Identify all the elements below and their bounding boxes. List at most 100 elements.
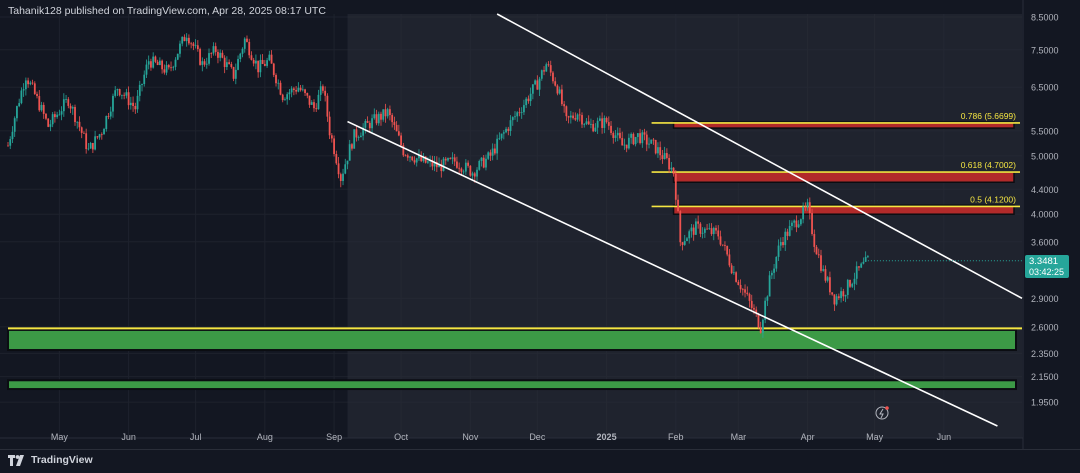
fib-label: 0.5 (4.1200) [970, 194, 1016, 204]
candle-body [228, 62, 231, 65]
candle-body [234, 69, 237, 79]
candle-body [840, 291, 842, 299]
candle-body [243, 38, 246, 49]
bar-countdown: 03:42:25 [1029, 267, 1065, 277]
candle-body [748, 294, 751, 301]
candle-body [56, 114, 59, 118]
candle-body [565, 106, 568, 117]
candle-body [357, 137, 360, 138]
candle-body [739, 284, 742, 290]
candle-body [76, 121, 79, 123]
candle-body [661, 155, 664, 159]
candle-body [784, 231, 787, 246]
candle-body [775, 256, 778, 269]
last-price-tag: 3.3481 03:42:25 [1025, 255, 1069, 278]
candle-body [536, 80, 539, 90]
candle-body [18, 103, 21, 107]
candle-body [502, 132, 505, 134]
candle-body [138, 84, 141, 96]
candle-body [167, 65, 170, 68]
candle-body [237, 58, 239, 70]
candle-body [679, 211, 682, 243]
candle-body [753, 307, 755, 310]
candle-body [377, 113, 380, 124]
candle-body [688, 231, 691, 239]
candle-body [96, 136, 99, 138]
candle-body [715, 227, 717, 231]
tradingview-brand: TradingView [31, 454, 93, 466]
candle-body [389, 109, 391, 116]
candle-body [158, 60, 161, 66]
candle-body [89, 142, 92, 149]
candle-body [531, 84, 534, 94]
last-price-value: 3.3481 [1029, 256, 1059, 267]
candle-body [605, 117, 608, 123]
candle-body [489, 152, 492, 156]
candle-body [190, 43, 193, 45]
candle-body [724, 245, 726, 246]
candle-body [301, 89, 304, 91]
candle-body [371, 118, 373, 129]
candle-body [31, 82, 34, 84]
candle-body [196, 45, 199, 50]
time-axis-tick-label: Feb [668, 432, 684, 442]
candle-body [578, 114, 581, 116]
candle-body [368, 122, 371, 129]
candle-body [268, 54, 271, 61]
candle-body [717, 230, 720, 237]
candle-body [400, 135, 402, 146]
candle-body [538, 78, 541, 90]
candle-body [165, 65, 168, 73]
candle-body [592, 123, 595, 132]
candle-body [799, 219, 802, 225]
candle-body [91, 142, 94, 150]
tradingview-logo[interactable]: TradingView [8, 454, 93, 466]
candle-body [516, 112, 519, 117]
price-chart[interactable]: 0.786 (5.6699) 0.618 (4.7002) 0.5 (4.1200)… [0, 0, 1080, 472]
candle-body [246, 38, 248, 42]
candle-body [317, 94, 320, 110]
candle-body [170, 67, 172, 69]
candle-body [174, 59, 177, 67]
candle-body [674, 173, 677, 200]
price-axis-tick-label: 8.5000 [1031, 13, 1059, 23]
candle-body [27, 80, 30, 85]
time-axis-tick-label: Apr [801, 432, 815, 442]
candle-body [842, 291, 845, 297]
candle-body [201, 61, 204, 65]
candle-body [232, 67, 235, 79]
candle-body [348, 144, 351, 161]
candle-body [594, 127, 597, 132]
candle-body [257, 60, 260, 73]
candle-body [11, 131, 14, 140]
candle-body [601, 118, 604, 128]
candle-body [670, 167, 673, 170]
candle-body [308, 95, 311, 105]
candle-body [697, 221, 700, 224]
candle-body [493, 148, 496, 154]
candle-body [116, 89, 119, 91]
price-axis-tick-label: 2.1500 [1031, 372, 1059, 382]
candle-body [567, 116, 570, 118]
candle-body [639, 133, 641, 144]
candle-body [471, 173, 474, 176]
channel-highlight-region [347, 14, 1022, 438]
candle-body [85, 133, 88, 150]
candle-body [42, 104, 45, 114]
candle-body [534, 80, 537, 85]
candle-body [24, 80, 27, 90]
candle-body [263, 63, 266, 66]
candle-body [820, 255, 822, 271]
candle-body [552, 72, 554, 82]
candle-body [614, 135, 617, 138]
candle-body [695, 221, 697, 235]
candle-body [315, 108, 318, 110]
candle-body [306, 93, 309, 96]
candle-body [406, 155, 409, 158]
candle-body [192, 43, 195, 46]
candle-body [844, 294, 847, 297]
candle-body [45, 113, 47, 119]
candle-body [610, 125, 612, 133]
candle-body [444, 158, 447, 161]
candle-body [74, 107, 76, 123]
